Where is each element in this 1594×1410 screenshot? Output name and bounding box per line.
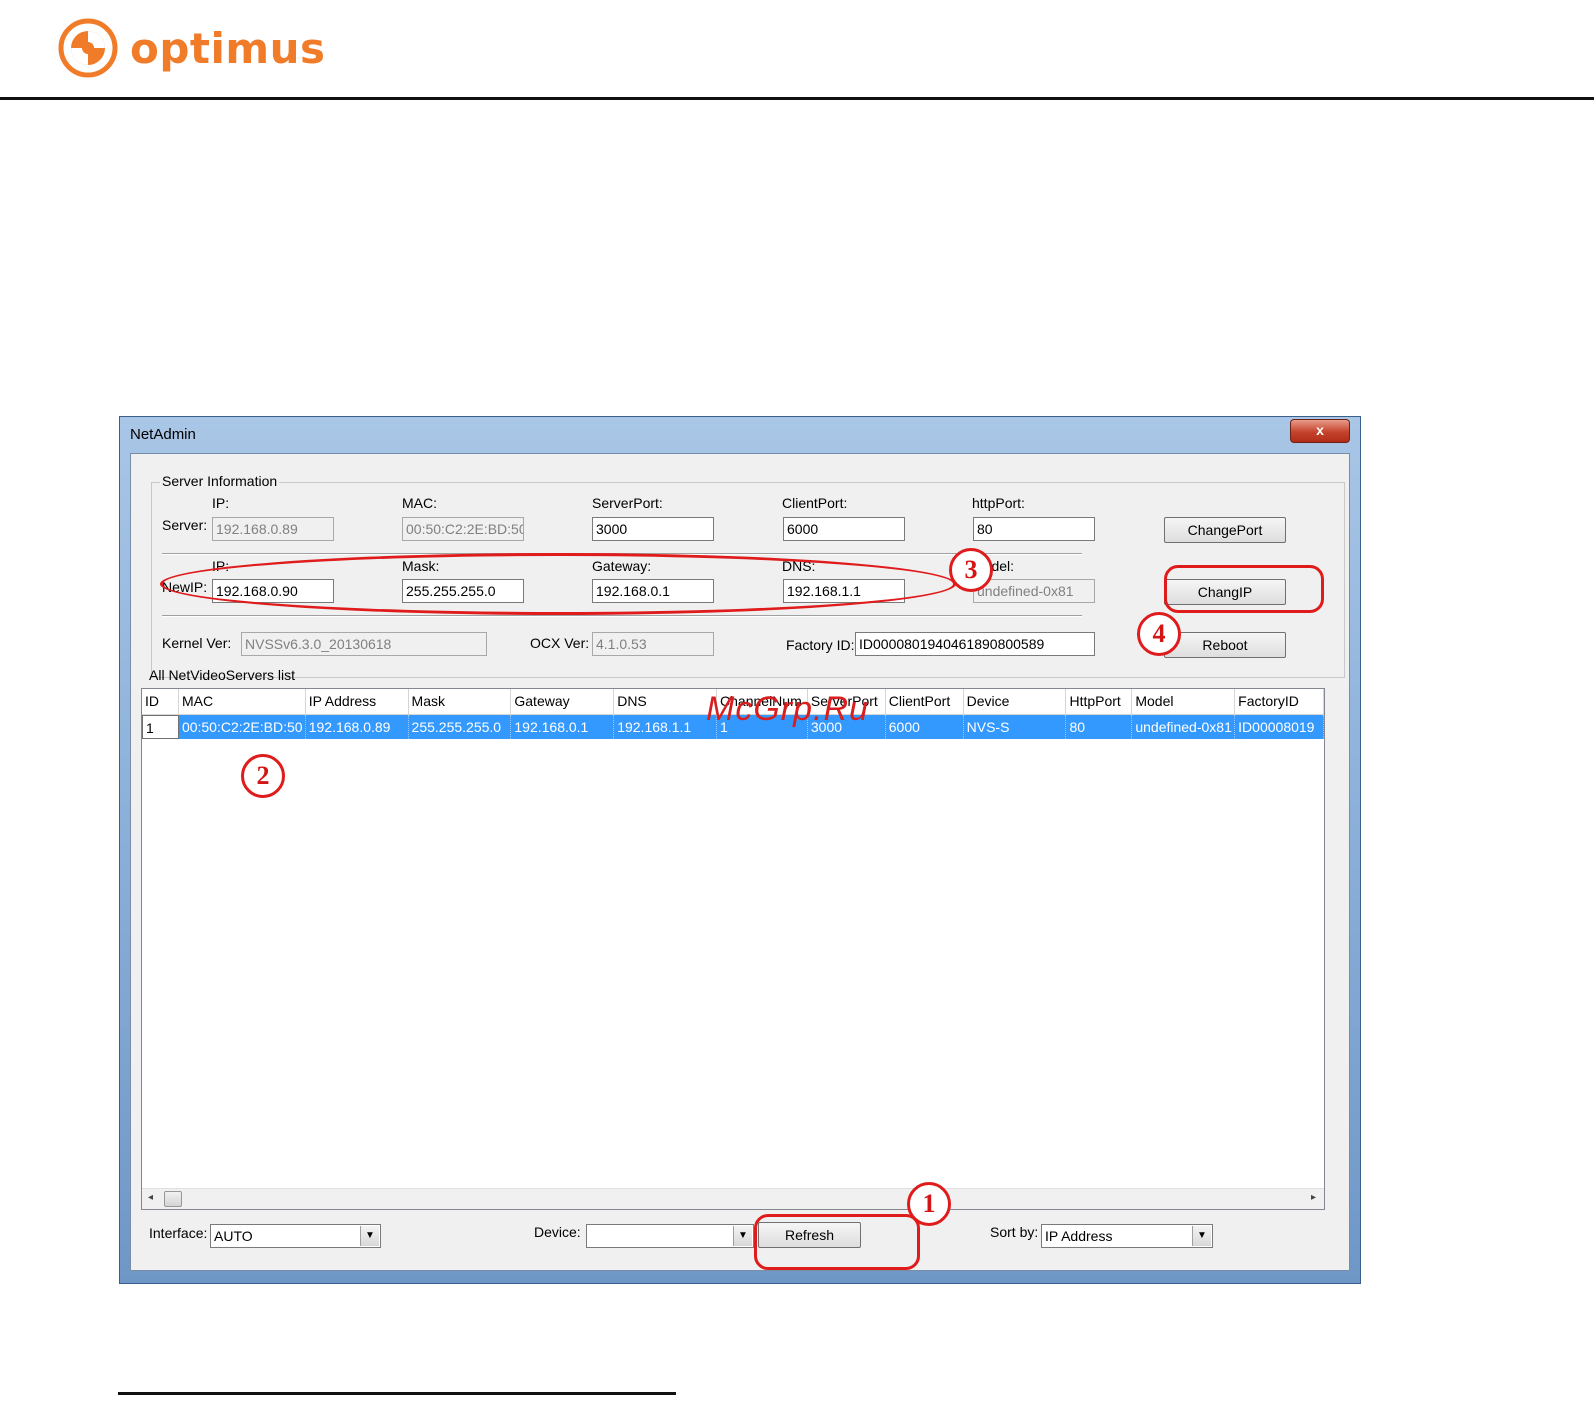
server-list[interactable]: ID MAC IP Address Mask Gateway DNS Chann… xyxy=(141,688,1325,1210)
reboot-button[interactable]: Reboot xyxy=(1164,632,1286,658)
column-header[interactable]: Gateway xyxy=(511,689,615,715)
table-cell: 192.168.0.1 xyxy=(511,715,615,739)
interface-select[interactable]: AUTO ▼ xyxy=(210,1224,381,1248)
header-server-port: ServerPort: xyxy=(592,495,663,511)
table-cell: undefined-0x81 xyxy=(1132,715,1236,739)
table-cell: NVS-S xyxy=(963,715,1067,739)
column-header[interactable]: HttpPort xyxy=(1066,689,1133,715)
device-select[interactable]: ▼ xyxy=(586,1224,754,1248)
table-cell: 80 xyxy=(1066,715,1133,739)
factory-id-label: Factory ID: xyxy=(786,637,855,653)
kernel-ver-field[interactable]: NVSSv6.3.0_20130618 xyxy=(241,632,487,656)
watermark-text: McGrp.Ru xyxy=(706,690,869,728)
group-title: Server Information xyxy=(160,473,280,489)
table-cell: 1 xyxy=(142,715,179,739)
scroll-left-icon[interactable]: ◂ xyxy=(148,1192,153,1203)
step-badge-4: 4 xyxy=(1137,612,1181,656)
column-header[interactable]: MAC xyxy=(178,689,306,715)
close-icon: x xyxy=(1316,422,1324,438)
footer-divider xyxy=(118,1392,676,1395)
kernel-ver-label: Kernel Ver: xyxy=(162,635,232,651)
scroll-thumb[interactable] xyxy=(164,1191,182,1207)
chevron-down-icon[interactable]: ▼ xyxy=(1192,1226,1211,1246)
client-port-field[interactable]: 6000 xyxy=(783,517,905,541)
server-ip-field[interactable]: 192.168.0.89 xyxy=(212,517,334,541)
close-button[interactable]: x xyxy=(1290,419,1350,443)
model-field[interactable]: undefined-0x81 xyxy=(973,579,1095,603)
column-header[interactable]: Model xyxy=(1132,689,1236,715)
change-port-button[interactable]: ChangePort xyxy=(1164,517,1286,543)
ocx-ver-field[interactable]: 4.1.0.53 xyxy=(592,632,714,656)
table-cell: 192.168.1.1 xyxy=(614,715,718,739)
horizontal-scrollbar[interactable]: ◂ ▸ xyxy=(142,1188,1324,1209)
header-client-port: ClientPort: xyxy=(782,495,848,511)
separator xyxy=(162,615,1082,617)
device-label: Device: xyxy=(534,1224,581,1240)
server-list-label: All NetVideoServers list xyxy=(149,667,296,683)
optimus-logo: optimus xyxy=(58,18,326,78)
header-ip: IP: xyxy=(212,495,230,511)
step-badge-3: 3 xyxy=(949,548,993,592)
column-header[interactable]: IP Address xyxy=(305,689,409,715)
table-cell: 00:50:C2:2E:BD:50 xyxy=(178,715,306,739)
sort-by-value: IP Address xyxy=(1045,1228,1113,1244)
sort-by-label: Sort by: xyxy=(990,1224,1039,1240)
ocx-ver-label: OCX Ver: xyxy=(530,635,590,651)
column-header[interactable]: Device xyxy=(963,689,1067,715)
header-mac: MAC: xyxy=(402,495,437,511)
sort-by-select[interactable]: IP Address ▼ xyxy=(1041,1224,1213,1248)
refresh-highlight xyxy=(754,1214,920,1270)
factory-id-field[interactable]: ID0000801940461890800589 xyxy=(855,632,1095,656)
chevron-down-icon[interactable]: ▼ xyxy=(733,1226,752,1246)
newip-fields-highlight xyxy=(160,553,956,615)
window-titlebar[interactable]: NetAdmin x xyxy=(120,417,1360,451)
table-cell: 6000 xyxy=(885,715,964,739)
optimus-logo-icon xyxy=(58,18,118,78)
step-badge-2: 2 xyxy=(241,754,285,798)
column-header[interactable]: ClientPort xyxy=(885,689,964,715)
column-header[interactable]: Mask xyxy=(408,689,512,715)
column-header[interactable]: ID xyxy=(142,689,179,715)
logo-wordmark: optimus xyxy=(130,23,326,73)
scroll-right-icon[interactable]: ▸ xyxy=(1311,1192,1316,1203)
column-header[interactable]: DNS xyxy=(614,689,718,715)
server-port-field[interactable]: 3000 xyxy=(592,517,714,541)
header-divider xyxy=(0,97,1594,100)
server-row-label: Server: xyxy=(162,517,208,533)
netadmin-window: NetAdmin x Server Information IP: MAC: S… xyxy=(119,416,1361,1284)
column-header[interactable]: FactoryID xyxy=(1235,689,1324,715)
chevron-down-icon[interactable]: ▼ xyxy=(360,1226,379,1246)
step-badge-1: 1 xyxy=(907,1182,951,1226)
interface-label: Interface: xyxy=(149,1225,208,1241)
change-ip-highlight xyxy=(1164,565,1324,613)
window-title: NetAdmin xyxy=(130,426,196,443)
interface-value: AUTO xyxy=(214,1228,253,1244)
http-port-field[interactable]: 80 xyxy=(973,517,1095,541)
server-mac-field[interactable]: 00:50:C2:2E:BD:50 xyxy=(402,517,524,541)
table-cell: ID00008019 xyxy=(1235,715,1324,739)
table-cell: 255.255.255.0 xyxy=(408,715,512,739)
table-cell: 192.168.0.89 xyxy=(305,715,409,739)
header-http-port: httpPort: xyxy=(972,495,1025,511)
